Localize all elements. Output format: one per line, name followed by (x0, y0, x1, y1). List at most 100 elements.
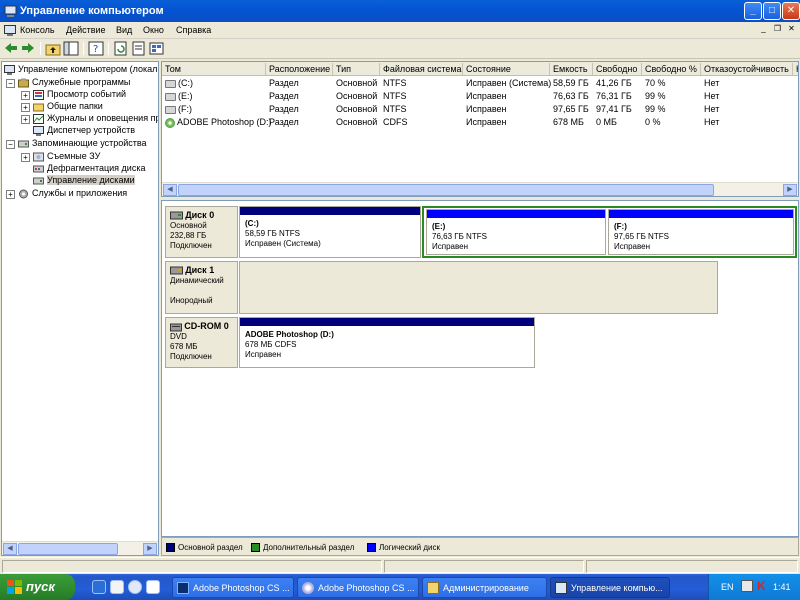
volume-c[interactable]: (C:) 58,59 ГБ NTFS Исправен (Система) (239, 206, 421, 258)
antivirus-icon[interactable]: K (757, 579, 769, 593)
help-button[interactable]: ? (88, 41, 104, 56)
tree-item-performance-logs[interactable]: Журналы и оповещения пр (33, 113, 158, 125)
volume-e[interactable]: (E:) 76,63 ГБ NTFS Исправен (426, 209, 606, 255)
taskbar-button[interactable]: Adobe Photoshop CS ... (297, 577, 419, 598)
column-separator[interactable] (379, 63, 380, 75)
primary-partition-bar (240, 318, 534, 326)
scroll-left-icon[interactable]: ◀ (3, 543, 17, 555)
up-level-button[interactable] (45, 41, 61, 56)
menu-help[interactable]: Справка (176, 25, 211, 35)
language-indicator[interactable]: EN (721, 582, 734, 592)
forward-arrow-icon (22, 43, 34, 53)
outlook-quicklaunch-icon[interactable] (110, 580, 124, 594)
ie-quicklaunch-icon[interactable] (92, 580, 106, 594)
column-separator[interactable] (792, 63, 793, 75)
clock[interactable]: 1:41 (773, 582, 791, 592)
scroll-right-icon[interactable]: ▶ (143, 543, 157, 555)
column-separator[interactable] (549, 63, 550, 75)
refresh-button[interactable] (113, 41, 129, 56)
column-separator[interactable] (462, 63, 463, 75)
mdi-close-button[interactable]: ✕ (786, 24, 797, 35)
column-header[interactable]: Состояние (466, 64, 511, 74)
cdrom-0-label[interactable]: CD-ROM 0 DVD 678 МБ Подключен (165, 317, 238, 368)
properties-button[interactable] (131, 41, 147, 56)
tree-expander[interactable]: + (21, 91, 30, 100)
column-header[interactable]: Емкость (553, 64, 588, 74)
tree-horizontal-scrollbar[interactable]: ◀ ▶ (2, 541, 158, 555)
column-separator[interactable] (641, 63, 642, 75)
list-horizontal-scrollbar[interactable]: ◀ ▶ (162, 182, 798, 196)
cell-fault-tolerance: Нет (704, 78, 720, 88)
taskbar-button[interactable]: Adobe Photoshop CS ... (172, 577, 294, 598)
column-separator[interactable] (265, 63, 266, 75)
console-icon[interactable] (4, 25, 16, 36)
volume-d[interactable]: ADOBE Photoshop (D:) 678 МБ CDFS Исправе… (239, 317, 535, 368)
tree-expander[interactable]: − (6, 140, 15, 149)
maximize-button[interactable]: □ (763, 2, 781, 20)
tree-item-disk-management[interactable]: Управление дисками (33, 175, 135, 187)
minimize-button[interactable]: _ (744, 2, 762, 20)
table-row[interactable]: (E:) Раздел Основной NTFS Исправен 76,63… (162, 90, 798, 103)
disk-0-label[interactable]: Диск 0 Основной 232,88 ГБ Подключен (165, 206, 238, 258)
scroll-left-icon[interactable]: ◀ (163, 184, 177, 196)
tree-expander[interactable]: + (6, 190, 15, 199)
legend-label: Логический диск (379, 543, 440, 552)
column-separator[interactable] (332, 63, 333, 75)
tray-app-icon[interactable] (741, 580, 753, 592)
tree-expander[interactable]: − (6, 79, 15, 88)
tree-expander[interactable]: + (21, 103, 30, 112)
tree-expander[interactable]: + (21, 115, 30, 124)
disk-state: Подключен (170, 352, 212, 361)
mdi-restore-button[interactable]: ❐ (772, 24, 783, 35)
menu-console[interactable]: Консоль (20, 25, 55, 35)
tree-root[interactable]: Управление компьютером (локаль (4, 64, 158, 76)
menu-action[interactable]: Действие (66, 25, 106, 35)
tree-expander[interactable]: + (21, 153, 30, 162)
show-desktop-quicklaunch-icon[interactable] (146, 580, 160, 594)
tree-item-event-viewer[interactable]: Просмотр событий (33, 89, 126, 101)
back-button[interactable] (3, 41, 19, 56)
tree-item-system-tools[interactable]: Служебные программы (18, 77, 130, 89)
menu-view[interactable]: Вид (116, 25, 132, 35)
disk-1-area[interactable] (239, 261, 718, 314)
taskbar-button[interactable]: Администрирование (422, 577, 547, 598)
scroll-right-icon[interactable]: ▶ (783, 184, 797, 196)
scrollbar-thumb[interactable] (178, 184, 714, 196)
tree-item-storage[interactable]: Запоминающие устройства (18, 138, 147, 150)
start-button[interactable]: пуск (0, 574, 75, 600)
column-header[interactable]: Н (796, 64, 798, 74)
tree-item-shared-folders[interactable]: Общие папки (33, 101, 103, 113)
tree-item-removable-storage[interactable]: Съемные ЗУ (33, 151, 100, 163)
disk-1-label[interactable]: Диск 1 Динамический Инородный (165, 261, 238, 314)
disk-size: 232,88 ГБ (170, 231, 207, 240)
scrollbar-thumb[interactable] (18, 543, 118, 555)
cell-type: Основной (336, 104, 378, 114)
media-player-quicklaunch-icon[interactable] (128, 580, 142, 594)
column-header[interactable]: Отказоустойчивость (704, 64, 789, 74)
mdi-minimize-button[interactable]: _ (758, 24, 769, 35)
menu-window[interactable]: Окно (143, 25, 164, 35)
table-row[interactable]: (F:) Раздел Основной NTFS Исправен 97,65… (162, 103, 798, 116)
close-button[interactable]: ✕ (782, 2, 800, 20)
tree-item-device-manager[interactable]: Диспетчер устройств (33, 125, 135, 137)
column-separator[interactable] (700, 63, 701, 75)
column-separator[interactable] (592, 63, 593, 75)
export-list-button[interactable] (149, 41, 165, 56)
column-header[interactable]: Файловая система (383, 64, 462, 74)
volume-f[interactable]: (F:) 97,65 ГБ NTFS Исправен (608, 209, 794, 255)
tree-item-defragmenter[interactable]: Дефрагментация диска (33, 163, 145, 175)
column-header[interactable]: Свободно (596, 64, 637, 74)
taskbar-button-active[interactable]: Управление компью... (550, 577, 670, 598)
column-header[interactable]: Тип (336, 64, 351, 74)
computer-management-icon (4, 5, 17, 17)
cd-icon (302, 582, 314, 594)
column-header[interactable]: Свободно % (645, 64, 697, 74)
table-row[interactable]: (C:) Раздел Основной NTFS Исправен (Сист… (162, 77, 798, 90)
column-header[interactable]: Расположение (269, 64, 330, 74)
forward-button[interactable] (20, 41, 36, 56)
show-hide-tree-button[interactable] (63, 41, 79, 56)
tree-item-services-apps[interactable]: Службы и приложения (18, 188, 127, 200)
volume-title: ADOBE Photoshop (D:) (245, 330, 334, 339)
table-row[interactable]: ADOBE Photoshop (D:) Раздел Основной CDF… (162, 116, 798, 129)
column-header[interactable]: Том (165, 64, 181, 74)
